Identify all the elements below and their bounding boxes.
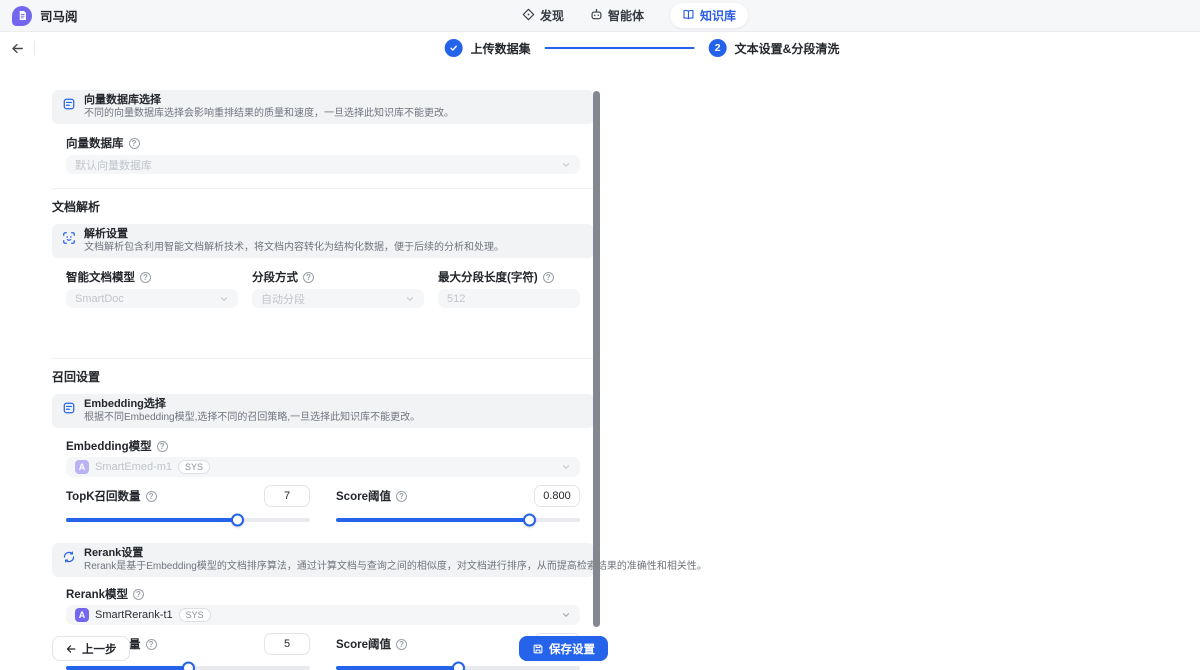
embedding-score-input[interactable] bbox=[534, 485, 580, 507]
save-settings-button[interactable]: 保存设置 bbox=[519, 636, 608, 661]
back-button[interactable] bbox=[10, 41, 25, 56]
vector-db-section-desc: 不同的向量数据库选择会影响重排结果的质量和速度，一旦选择此知识库不能更改。 bbox=[84, 107, 454, 120]
brand: 司马阅 bbox=[12, 6, 78, 26]
section-divider bbox=[52, 188, 594, 189]
embedding-topk-param: TopK召回数量 bbox=[66, 485, 310, 527]
smartdoc-model-select: SmartDoc bbox=[66, 289, 238, 308]
rerank-section-desc: Rerank是基于Embedding模型的文档排序算法，通过计算文档与查询之间的… bbox=[84, 560, 707, 573]
save-icon bbox=[532, 643, 544, 655]
vector-db-field-label: 向量数据库 bbox=[66, 136, 580, 150]
section-divider bbox=[52, 358, 594, 359]
embedding-score-slider[interactable] bbox=[336, 513, 580, 527]
vector-db-select-value: 默认向量数据库 bbox=[75, 157, 152, 173]
embedding-topk-label: TopK召回数量 bbox=[66, 489, 157, 503]
split-mode-select: 自动分段 bbox=[252, 289, 424, 308]
form-footer: 上一步 保存设置 bbox=[52, 636, 608, 661]
help-icon[interactable] bbox=[303, 272, 314, 283]
embedding-score-param: Score阈值 bbox=[336, 485, 580, 527]
top-app-bar: 司马阅 发现 智能体 知识库 bbox=[0, 0, 1200, 32]
help-icon[interactable] bbox=[543, 272, 554, 283]
robot-icon bbox=[590, 8, 603, 24]
nav-label-knowledge-base: 知识库 bbox=[700, 7, 736, 24]
slider-thumb[interactable] bbox=[452, 662, 465, 670]
help-icon[interactable] bbox=[157, 441, 168, 452]
doc-parse-heading: 文档解析 bbox=[52, 198, 594, 215]
step1-check-icon bbox=[445, 39, 463, 57]
vector-db-section-header: 向量数据库选择 不同的向量数据库选择会影响重排结果的质量和速度，一旦选择此知识库… bbox=[52, 90, 594, 124]
parse-section-title: 解析设置 bbox=[84, 227, 504, 241]
help-icon[interactable] bbox=[140, 272, 151, 283]
embedding-section-header: Embedding选择 根据不同Embedding模型,选择不同的召回策略,一旦… bbox=[52, 394, 594, 428]
parse-section-desc: 文档解析包含利用智能文档解析技术，将文档内容转化为结构化数据，便于后续的分析和处… bbox=[84, 241, 504, 254]
step2-number: 2 bbox=[709, 39, 727, 57]
arrow-left-icon bbox=[65, 643, 77, 655]
database-icon bbox=[62, 401, 76, 424]
rerank-model-select[interactable]: A SmartRerank-t1 SYS bbox=[66, 605, 580, 625]
vector-db-select: 默认向量数据库 bbox=[66, 155, 580, 174]
rerank-cycle-icon bbox=[62, 550, 76, 573]
help-icon[interactable] bbox=[396, 491, 407, 502]
main-nav: 发现 智能体 知识库 bbox=[522, 3, 748, 28]
stepper-connector bbox=[545, 47, 695, 49]
embedding-section-title: Embedding选择 bbox=[84, 397, 420, 411]
chevron-down-icon bbox=[405, 294, 415, 304]
book-icon bbox=[682, 8, 695, 24]
parse-section-header: 解析设置 文档解析包含利用智能文档解析技术，将文档内容转化为结构化数据，便于后续… bbox=[52, 224, 594, 258]
rerank-topk-slider[interactable] bbox=[66, 661, 310, 670]
embedding-model-value: SmartEmed-m1 bbox=[95, 461, 172, 473]
app-logo-icon bbox=[12, 6, 32, 26]
slider-thumb[interactable] bbox=[523, 514, 536, 527]
slider-thumb[interactable] bbox=[182, 662, 195, 670]
help-icon[interactable] bbox=[146, 491, 157, 502]
nav-item-agent[interactable]: 智能体 bbox=[590, 7, 644, 24]
help-icon[interactable] bbox=[129, 138, 140, 149]
nav-item-discover[interactable]: 发现 bbox=[522, 7, 564, 24]
model-badge-icon: A bbox=[75, 608, 89, 622]
embedding-model-select: A SmartEmed-m1 SYS bbox=[66, 457, 580, 477]
recall-heading: 召回设置 bbox=[52, 368, 594, 385]
model-badge-icon: A bbox=[75, 460, 89, 474]
smartdoc-model-label: 智能文档模型 bbox=[66, 270, 238, 284]
help-icon[interactable] bbox=[133, 589, 144, 600]
previous-step-button[interactable]: 上一步 bbox=[52, 636, 130, 661]
nav-label-agent: 智能体 bbox=[608, 7, 644, 24]
embedding-score-label: Score阈值 bbox=[336, 489, 407, 503]
compass-icon bbox=[522, 8, 535, 24]
page-header-bar: 上传数据集 2 文本设置&分段清洗 bbox=[0, 32, 1200, 64]
embedding-section-desc: 根据不同Embedding模型,选择不同的召回策略,一旦选择此知识库不能更改。 bbox=[84, 411, 420, 424]
chevron-down-icon bbox=[561, 610, 571, 620]
embedding-model-label: Embedding模型 bbox=[66, 439, 580, 453]
chevron-down-icon bbox=[561, 160, 571, 170]
rerank-model-value: SmartRerank-t1 bbox=[95, 609, 173, 621]
max-segment-length-input: 512 bbox=[438, 289, 580, 308]
vector-db-section-title: 向量数据库选择 bbox=[84, 93, 454, 107]
settings-form: 向量数据库选择 不同的向量数据库选择会影响重排结果的质量和速度，一旦选择此知识库… bbox=[0, 64, 1200, 670]
step1-label: 上传数据集 bbox=[471, 40, 531, 57]
nav-item-knowledge-base[interactable]: 知识库 bbox=[670, 3, 748, 28]
sys-tag: SYS bbox=[179, 608, 211, 622]
max-segment-length-label: 最大分段长度(字符) bbox=[438, 270, 580, 284]
rerank-section-title: Rerank设置 bbox=[84, 546, 707, 560]
sys-tag: SYS bbox=[178, 460, 210, 474]
stepper: 上传数据集 2 文本设置&分段清洗 bbox=[445, 39, 840, 57]
brand-name: 司马阅 bbox=[40, 6, 78, 25]
embedding-topk-slider[interactable] bbox=[66, 513, 310, 527]
slider-thumb[interactable] bbox=[231, 514, 244, 527]
rerank-score-slider[interactable] bbox=[336, 661, 580, 670]
scrollbar-thumb[interactable] bbox=[593, 91, 600, 627]
step2-label: 文本设置&分段清洗 bbox=[735, 40, 840, 57]
rerank-section-header: Rerank设置 Rerank是基于Embedding模型的文档排序算法，通过计… bbox=[52, 543, 594, 577]
header-divider bbox=[34, 41, 35, 55]
rerank-model-label: Rerank模型 bbox=[66, 587, 580, 601]
scan-icon bbox=[62, 231, 76, 254]
embedding-topk-input[interactable] bbox=[264, 485, 310, 507]
split-mode-label: 分段方式 bbox=[252, 270, 424, 284]
chevron-down-icon bbox=[219, 294, 229, 304]
chevron-down-icon bbox=[561, 462, 571, 472]
database-icon bbox=[62, 97, 76, 120]
nav-label-discover: 发现 bbox=[540, 7, 564, 24]
